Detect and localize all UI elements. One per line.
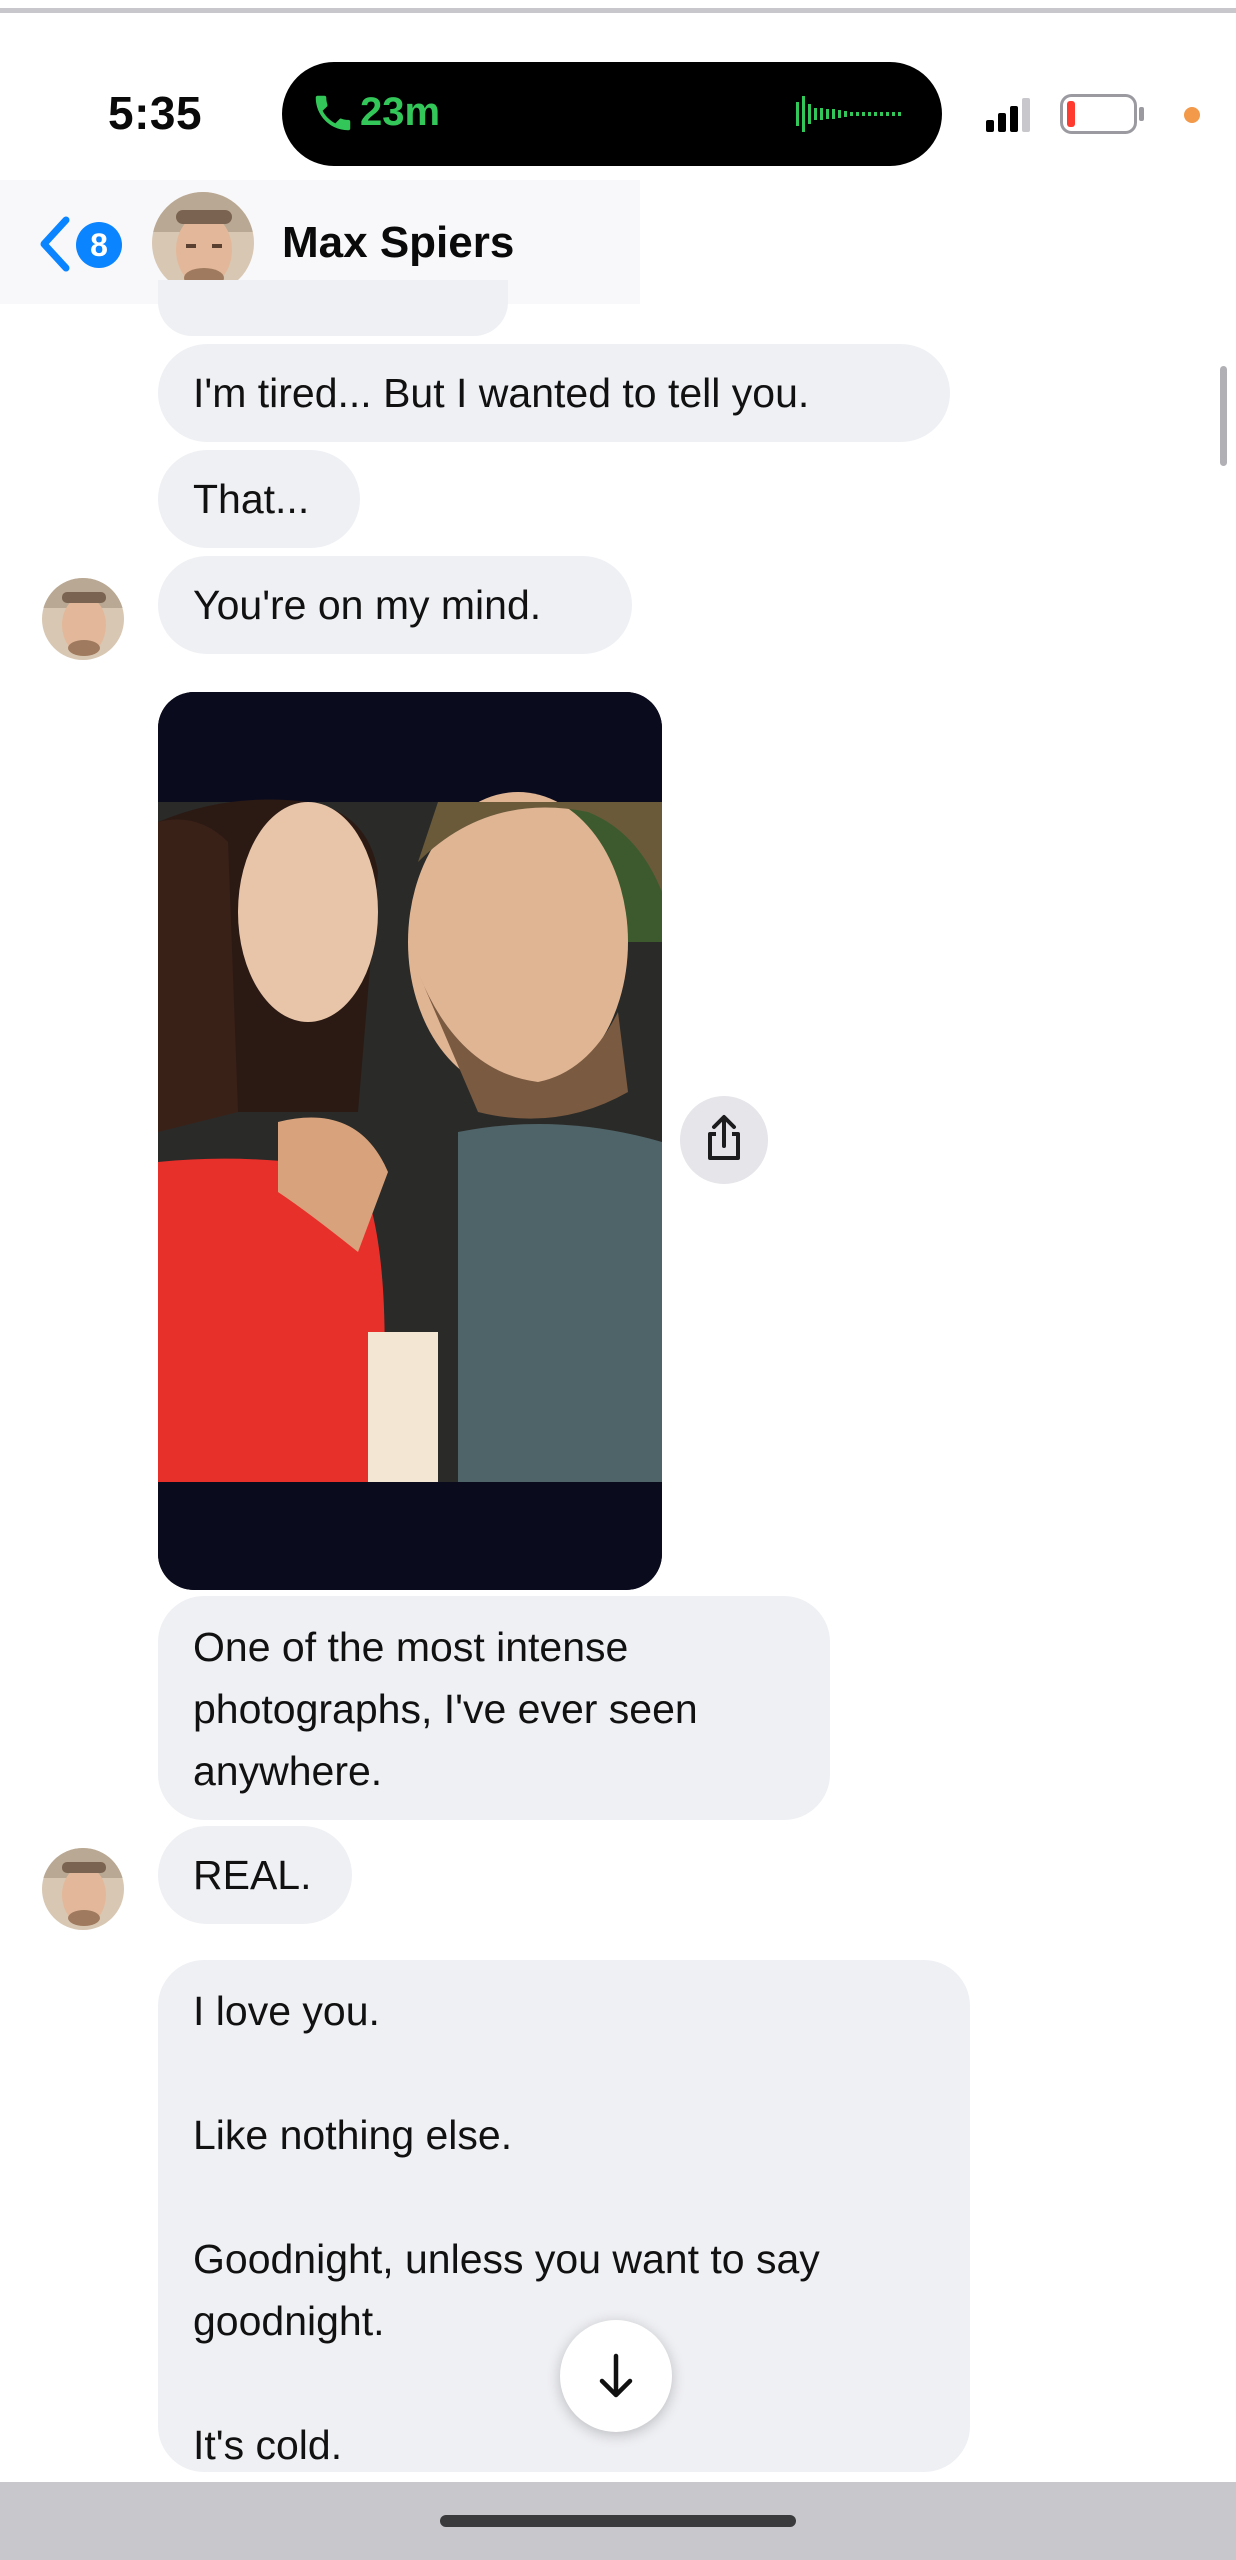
call-duration: 23m	[360, 90, 441, 134]
message-bubble[interactable]: I'm tired... But I wanted to tell you.	[158, 344, 950, 442]
contact-name[interactable]: Max Spiers	[282, 218, 514, 268]
avatar[interactable]	[42, 578, 124, 660]
photo-image	[158, 692, 662, 1590]
scrollbar-thumb[interactable]	[1220, 366, 1227, 466]
battery-icon	[1060, 94, 1144, 134]
message-bubble[interactable]: You're on my mind.	[158, 556, 632, 654]
top-edge-line	[0, 8, 1236, 13]
messenger-chat-screen: 5:35 23m 8 Max Spiers I'm tired... But I…	[0, 0, 1236, 2560]
message-text: You're on my mind.	[193, 582, 542, 628]
partial-message-bubble	[158, 280, 508, 336]
message-bubble[interactable]: One of the most intense photographs, I'v…	[158, 1596, 830, 1820]
signal-icon	[986, 98, 1030, 132]
phone-icon	[315, 95, 351, 131]
back-unread-badge[interactable]: 8	[76, 222, 122, 268]
message-text: REAL.	[193, 1852, 312, 1898]
message-text: That...	[193, 476, 310, 522]
message-bubble[interactable]: REAL.	[158, 1826, 352, 1924]
dynamic-island-call[interactable]: 23m	[282, 62, 942, 166]
message-text: I'm tired... But I wanted to tell you.	[193, 370, 810, 416]
waveform-icon	[796, 96, 901, 132]
share-icon	[708, 1115, 740, 1160]
arrow-down-icon	[599, 2353, 633, 2398]
avatar[interactable]	[42, 1848, 124, 1930]
back-chevron-icon[interactable]	[36, 214, 72, 274]
scroll-to-bottom-button[interactable]	[560, 2320, 672, 2432]
home-indicator[interactable]	[440, 2515, 796, 2527]
photo-message[interactable]	[158, 692, 662, 1590]
privacy-indicator-dot	[1184, 107, 1200, 123]
status-time: 5:35	[108, 87, 203, 139]
avatar[interactable]	[152, 192, 254, 294]
share-button[interactable]	[680, 1096, 768, 1184]
message-bubble[interactable]: That...	[158, 450, 360, 548]
message-text: One of the most intense photographs, I'v…	[193, 1624, 698, 1794]
